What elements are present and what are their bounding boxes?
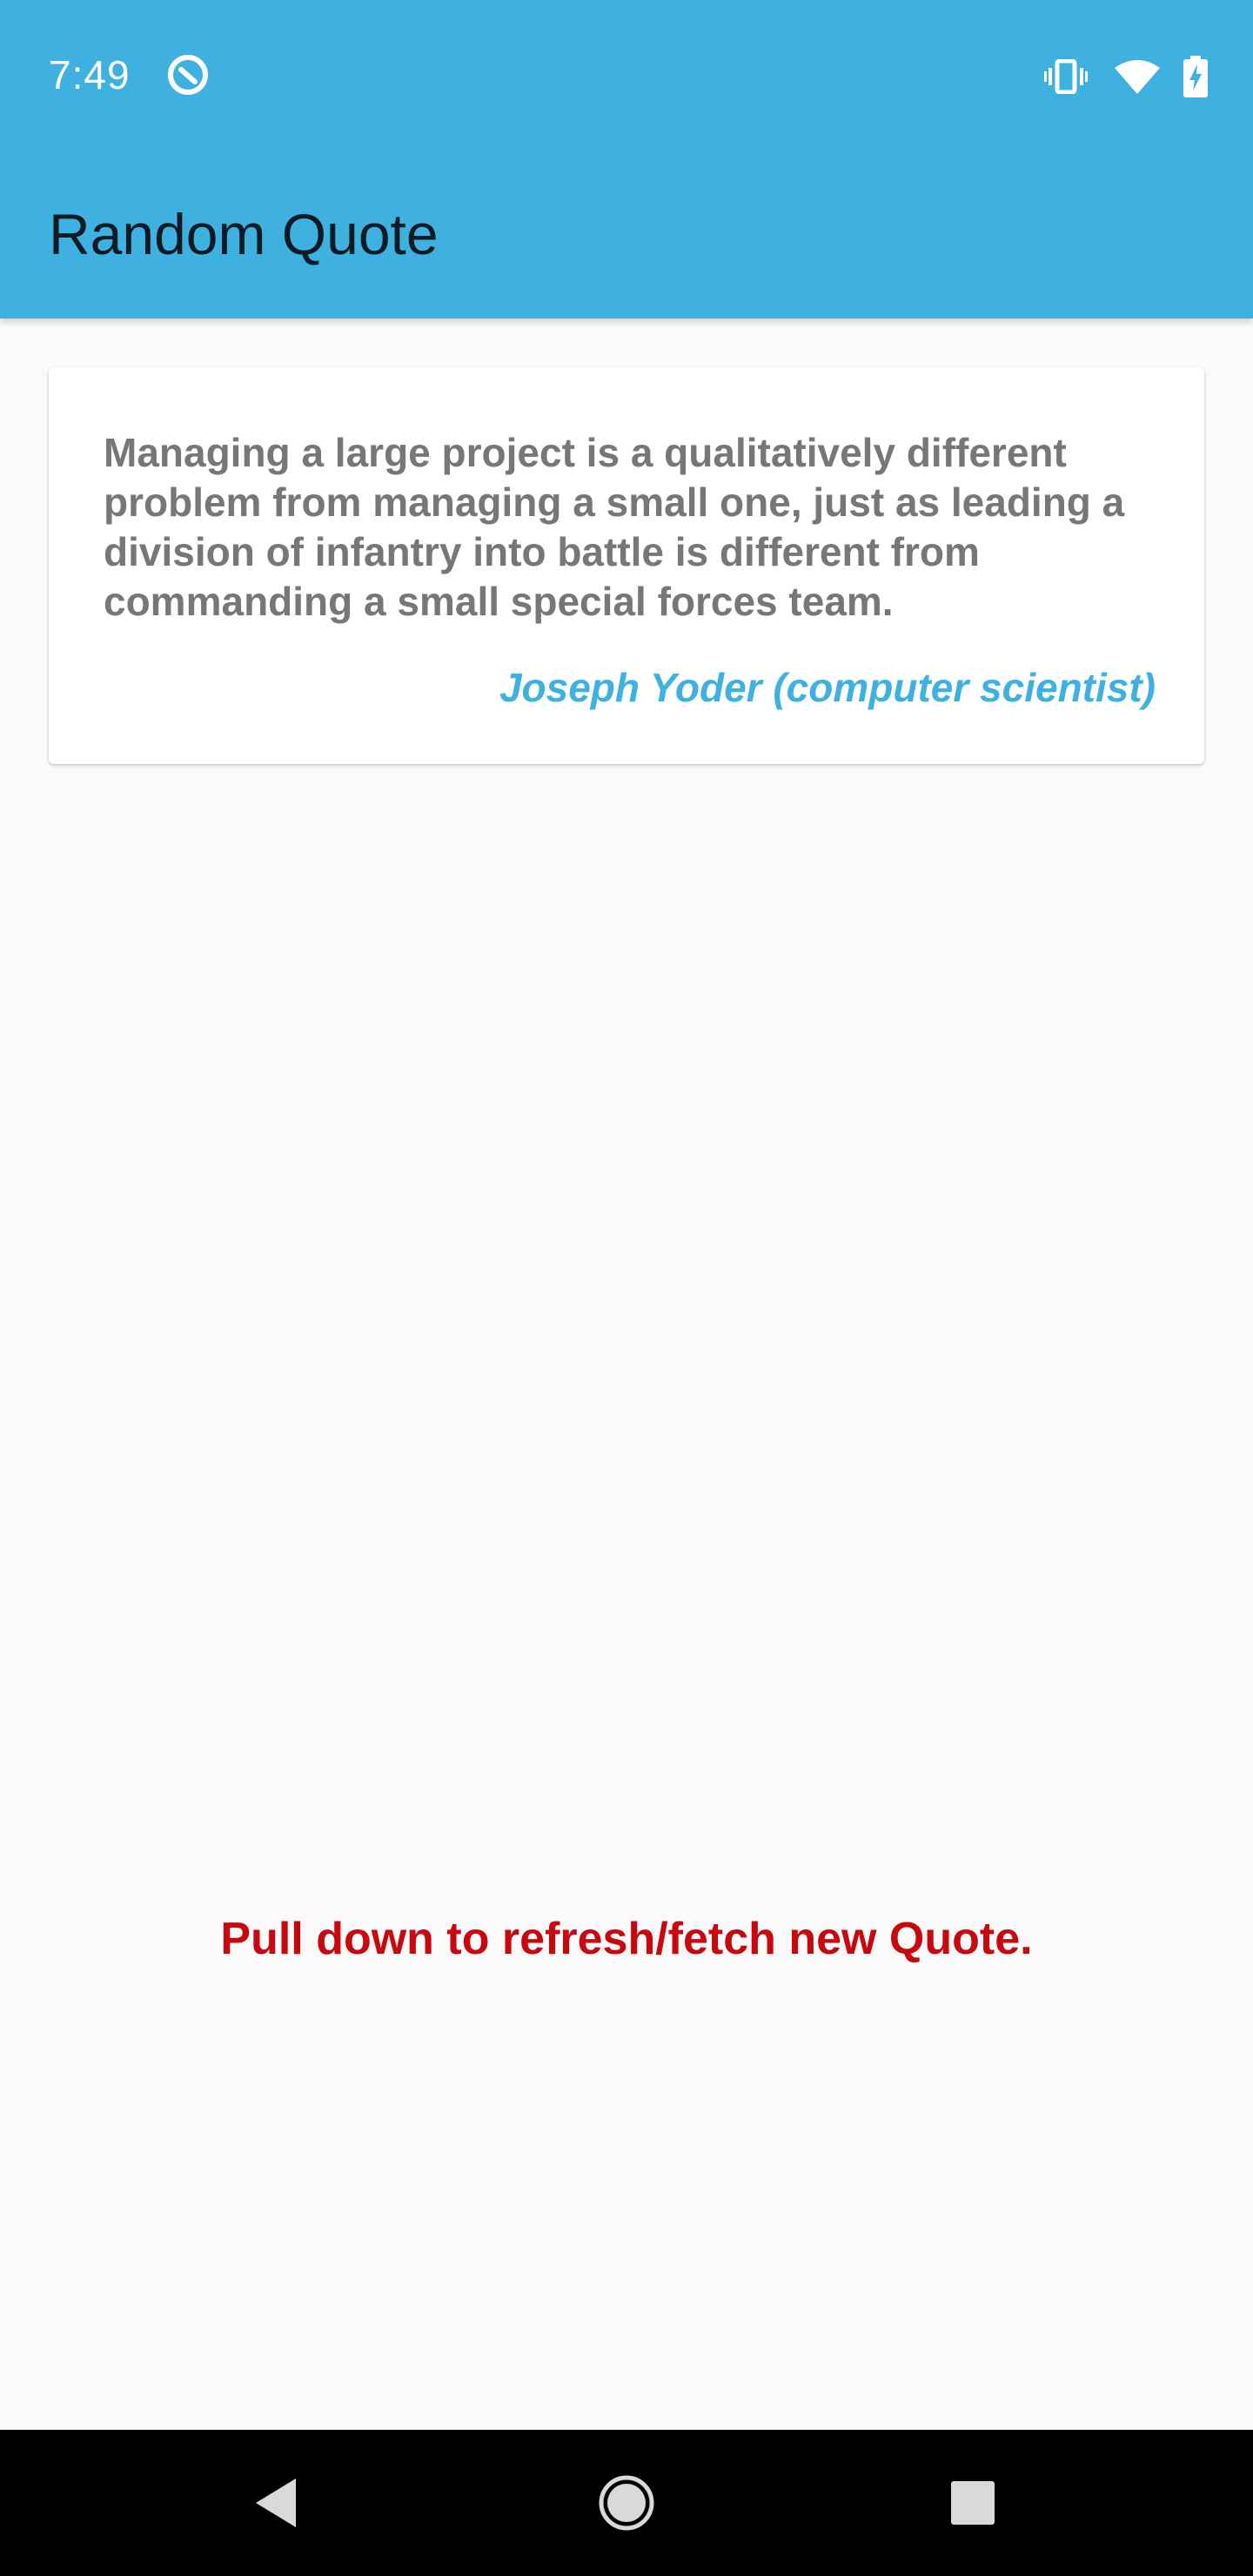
home-icon	[599, 2475, 654, 2531]
app-notification-icon	[168, 55, 208, 95]
app-bar: 7:49 Random Quote	[0, 0, 1253, 319]
quote-author: Joseph Yoder (computer scientist)	[499, 665, 1156, 710]
refresh-hint: Pull down to refresh/fetch new Quote.	[220, 1914, 1033, 1964]
recents-icon	[951, 2481, 995, 2525]
status-bar: 7:49	[0, 0, 1253, 148]
vibrate-icon	[1044, 59, 1088, 94]
wifi-icon	[1115, 60, 1160, 94]
status-icons	[1044, 54, 1208, 99]
quote-text: Managing a large project is a qualitativ…	[104, 430, 1125, 624]
quote-card: Managing a large project is a qualitativ…	[49, 367, 1204, 764]
battery-charging-icon	[1183, 56, 1208, 97]
status-time: 7:49	[49, 52, 131, 97]
page-title: Random Quote	[49, 202, 439, 266]
navigation-bar	[0, 2430, 1253, 2576]
back-button[interactable]	[230, 2456, 324, 2550]
recents-button[interactable]	[926, 2456, 1020, 2550]
home-button[interactable]	[580, 2456, 673, 2550]
back-icon	[256, 2479, 296, 2527]
